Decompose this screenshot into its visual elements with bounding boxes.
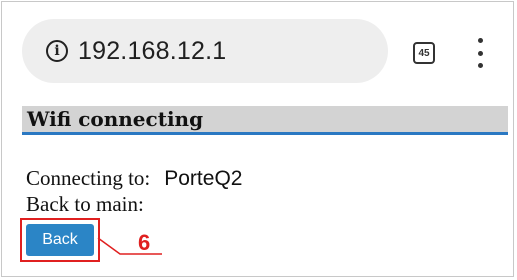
annotation-step-number: 6 bbox=[138, 230, 151, 255]
screenshot-frame: i 192.168.12.1 45 Wifi connecting Connec… bbox=[1, 1, 514, 277]
annotation-callout-line bbox=[97, 237, 162, 255]
